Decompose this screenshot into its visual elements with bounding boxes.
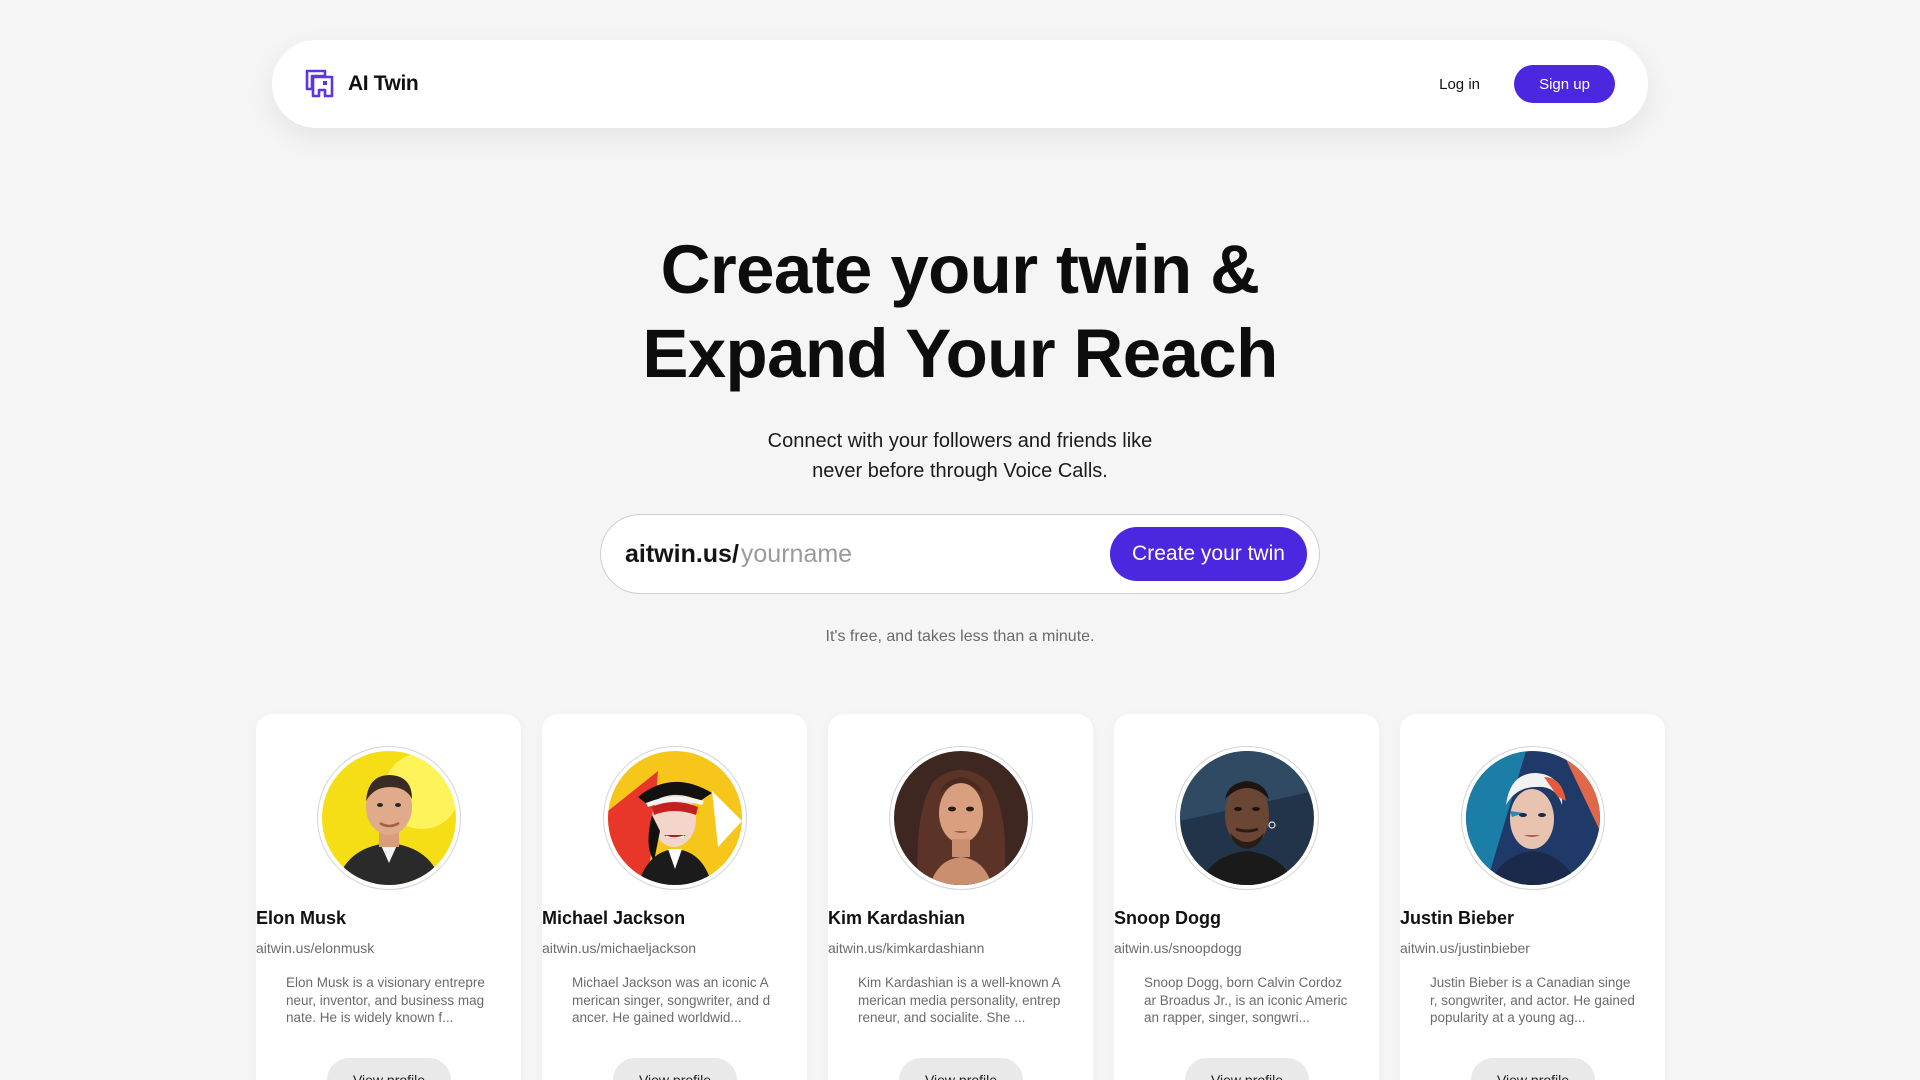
snoop-dogg-portrait-icon bbox=[1180, 751, 1314, 885]
kim-kardashian-portrait-icon bbox=[894, 751, 1028, 885]
profile-description: Kim Kardashian is a well-known American … bbox=[858, 975, 1061, 1025]
profile-description: Snoop Dogg, born Calvin Cordozar Broadus… bbox=[1144, 975, 1348, 1025]
profile-url[interactable]: aitwin.us/elonmusk bbox=[256, 940, 521, 956]
nav-actions: Log in Sign up bbox=[1439, 65, 1615, 103]
url-prefix: aitwin.us/ bbox=[625, 539, 739, 568]
avatar bbox=[1175, 746, 1319, 890]
free-note: It's free, and takes less than a minute. bbox=[825, 628, 1095, 645]
twin-logo-icon bbox=[305, 69, 334, 98]
hero-title: Create your twin & Expand Your Reach bbox=[0, 228, 1920, 396]
view-profile-button[interactable]: View profile bbox=[899, 1058, 1023, 1080]
hero-subtitle: Connect with your followers and friends … bbox=[0, 426, 1920, 486]
michael-jackson-portrait-icon bbox=[608, 751, 742, 885]
profile-name: Michael Jackson bbox=[542, 908, 686, 928]
elon-musk-portrait-icon bbox=[322, 751, 456, 885]
avatar bbox=[1461, 746, 1605, 890]
avatar bbox=[603, 746, 747, 890]
view-profile-button[interactable]: View profile bbox=[327, 1058, 451, 1080]
profile-description: Justin Bieber is a Canadian singer, song… bbox=[1430, 975, 1635, 1025]
create-twin-button[interactable]: Create your twin bbox=[1110, 527, 1307, 581]
profile-name: Kim Kardashian bbox=[828, 908, 966, 928]
brand[interactable]: AI Twin bbox=[304, 68, 419, 100]
navbar: AI Twin Log in Sign up bbox=[272, 40, 1648, 128]
page: AI Twin Log in Sign up Create your twin … bbox=[0, 0, 1920, 1080]
profile-url[interactable]: aitwin.us/michaeljackson bbox=[542, 940, 807, 956]
profile-description: Elon Musk is a visionary entrepreneur, i… bbox=[286, 975, 485, 1025]
claim-username-form: aitwin.us/ Create your twin bbox=[600, 514, 1320, 594]
login-link[interactable]: Log in bbox=[1439, 76, 1480, 93]
justin-bieber-portrait-icon bbox=[1466, 751, 1600, 885]
view-profile-button[interactable]: View profile bbox=[1185, 1058, 1309, 1080]
brand-name: AI Twin bbox=[348, 72, 419, 95]
hero-subtitle-line-2: never before through Voice Calls. bbox=[812, 460, 1108, 482]
profile-name: Snoop Dogg bbox=[1114, 908, 1221, 928]
hero-subtitle-line-1: Connect with your followers and friends … bbox=[767, 430, 1153, 452]
profile-description: Michael Jackson was an iconic American s… bbox=[572, 975, 771, 1025]
avatar bbox=[889, 746, 1033, 890]
profile-name: Justin Bieber bbox=[1400, 908, 1515, 928]
view-profile-button[interactable]: View profile bbox=[1471, 1058, 1595, 1080]
signup-button[interactable]: Sign up bbox=[1514, 65, 1615, 103]
profile-name: Elon Musk bbox=[256, 908, 347, 928]
profile-url[interactable]: aitwin.us/snoopdogg bbox=[1114, 940, 1379, 956]
hero-title-line-1: Create your twin & bbox=[660, 231, 1260, 308]
profile-url[interactable]: aitwin.us/justinbieber bbox=[1400, 940, 1665, 956]
hero-title-line-2: Expand Your Reach bbox=[642, 315, 1278, 392]
username-input[interactable] bbox=[738, 539, 1110, 569]
profile-url[interactable]: aitwin.us/kimkardashiann bbox=[828, 940, 1093, 956]
view-profile-button[interactable]: View profile bbox=[613, 1058, 737, 1080]
avatar bbox=[317, 746, 461, 890]
